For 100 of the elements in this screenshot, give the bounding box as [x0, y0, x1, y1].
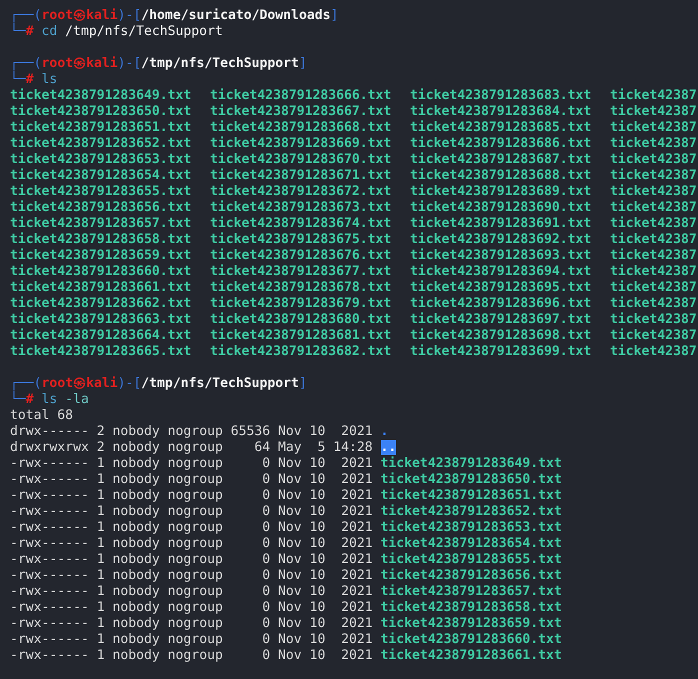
file-name: ticket4238791283651.txt	[380, 488, 562, 503]
file-name: ticket4238791283693.txt	[410, 248, 592, 264]
prompt-path: /tmp/nfs/TechSupport	[141, 376, 299, 391]
prompt-frame: ┌──(	[10, 376, 42, 391]
prompt-frame: └─	[10, 24, 26, 39]
file-name: ticket4238791283695.txt	[410, 280, 592, 296]
file-name: ticket4238791283652.txt	[380, 504, 562, 519]
file-name: ticket4238791283688.txt	[410, 168, 592, 184]
prompt-frame: ┌──(	[10, 56, 42, 71]
file-name: ticket4238791283687.txt	[410, 152, 592, 168]
listing-details: -rwx------ 1 nobody nogroup 0 Nov 10 2021	[10, 616, 373, 631]
file-name: ticket4238791283672.txt	[210, 184, 392, 200]
file-name: ticket4238791283667.txt	[210, 104, 392, 120]
listing-details: drwx------ 2 nobody nogroup 65536 Nov 10 2021	[10, 424, 373, 439]
file-name: ticket4238791283677.txt	[210, 264, 392, 280]
listing-details: -rwx------ 1 nobody nogroup 0 Nov 10 2021	[10, 536, 373, 551]
prompt-path: /home/suricato/Downloads	[141, 8, 330, 23]
listing-details: -rwx------ 1 nobody nogroup 0 Nov 10 2021	[10, 632, 373, 647]
file-name: ticket4238791283653.txt	[10, 152, 192, 168]
file-name: ticket4238791283653.txt	[380, 520, 562, 535]
prompt-frame: ┌──(	[10, 8, 42, 23]
prompt-user: root㉿kali	[42, 56, 118, 71]
file-name: ticket4238791283660.txt	[10, 264, 192, 280]
file-name: ticket42387	[610, 136, 697, 152]
file-name: ticket4238791283679.txt	[210, 296, 392, 312]
file-name: ticket4238791283694.txt	[410, 264, 592, 280]
listing-details: -rwx------ 1 nobody nogroup 0 Nov 10 2021	[10, 600, 373, 615]
file-name: ticket4238791283670.txt	[210, 152, 392, 168]
file-name: ticket4238791283697.txt	[410, 312, 592, 328]
file-name: ticket4238791283666.txt	[210, 88, 392, 104]
file-name: ticket42387	[610, 168, 697, 184]
listing-details: -rwx------ 1 nobody nogroup 0 Nov 10 2021	[10, 488, 373, 503]
file-name: ticket4238791283661.txt	[10, 280, 192, 296]
file-name: ticket4238791283655.txt	[10, 184, 192, 200]
file-name: ticket4238791283662.txt	[10, 296, 192, 312]
prompt-symbol: #	[26, 392, 34, 407]
file-name: ticket4238791283650.txt	[380, 472, 562, 487]
file-name: ticket4238791283660.txt	[380, 632, 562, 647]
file-name: ticket42387	[610, 248, 697, 264]
file-name: ticket4238791283656.txt	[10, 200, 192, 216]
file-name: ticket4238791283654.txt	[10, 168, 192, 184]
prompt-frame: ]	[298, 56, 307, 71]
command-args: /tmp/nfs/TechSupport	[65, 24, 223, 39]
file-name: ticket42387	[610, 232, 697, 248]
file-name: ticket4238791283689.txt	[410, 184, 592, 200]
file-name: ticket42387	[610, 216, 697, 232]
file-name: ticket4238791283673.txt	[210, 200, 392, 216]
prompt-frame: )-[	[118, 8, 142, 23]
prompt-symbol: #	[26, 24, 34, 39]
file-name: ticket42387	[610, 280, 697, 296]
listing-total: total 68	[10, 408, 74, 424]
prompt-frame: )-[	[118, 56, 142, 71]
file-name: ticket42387	[610, 152, 697, 168]
file-name: ticket4238791283664.txt	[10, 328, 192, 344]
file-name: ticket4238791283652.txt	[10, 136, 192, 152]
file-name: .	[380, 424, 388, 439]
prompt-frame: ]	[330, 8, 338, 23]
prompt-frame: )-[	[118, 376, 142, 391]
prompt-path: /tmp/nfs/TechSupport	[141, 56, 299, 71]
file-name: ticket4238791283649.txt	[380, 456, 562, 471]
file-name: ticket4238791283692.txt	[410, 232, 592, 248]
file-name: ticket4238791283698.txt	[410, 328, 592, 344]
file-name: ticket42387	[610, 120, 697, 136]
listing-details: -rwx------ 1 nobody nogroup 0 Nov 10 2021	[10, 648, 373, 663]
file-name: ticket4238791283656.txt	[380, 568, 562, 583]
listing-details: -rwx------ 1 nobody nogroup 0 Nov 10 2021	[10, 584, 373, 599]
file-name: ticket4238791283663.txt	[10, 312, 192, 328]
prompt-user: root㉿kali	[42, 376, 118, 391]
file-name: ticket4238791283665.txt	[10, 344, 192, 360]
file-name: ticket42387	[610, 328, 697, 344]
file-name: ticket4238791283668.txt	[210, 120, 392, 136]
file-name: ticket4238791283682.txt	[210, 344, 392, 360]
listing-details: -rwx------ 1 nobody nogroup 0 Nov 10 2021	[10, 520, 373, 535]
file-name: ..	[380, 440, 396, 455]
file-name: ticket4238791283649.txt	[10, 88, 192, 104]
file-name: ticket4238791283659.txt	[10, 248, 192, 264]
file-name: ticket42387	[610, 312, 697, 328]
file-name: ticket42387	[610, 88, 697, 104]
file-name: ticket4238791283654.txt	[380, 536, 562, 551]
file-name: ticket4238791283661.txt	[380, 648, 562, 663]
command-args: -la	[65, 392, 89, 407]
file-name: ticket4238791283691.txt	[410, 216, 592, 232]
file-name: ticket4238791283650.txt	[10, 104, 192, 120]
command: cd	[42, 24, 58, 39]
command: ls	[42, 72, 58, 87]
file-name: ticket42387	[610, 296, 697, 312]
file-name: ticket4238791283690.txt	[410, 200, 592, 216]
prompt-symbol: #	[26, 72, 34, 87]
listing-details: -rwx------ 1 nobody nogroup 0 Nov 10 2021	[10, 504, 373, 519]
file-name: ticket4238791283675.txt	[210, 232, 392, 248]
file-name: ticket4238791283676.txt	[210, 248, 392, 264]
file-name: ticket42387	[610, 184, 697, 200]
listing-details: -rwx------ 1 nobody nogroup 0 Nov 10 2021	[10, 568, 373, 583]
file-name: ticket4238791283681.txt	[210, 328, 392, 344]
prompt-frame: └─	[10, 392, 26, 407]
prompt-frame: └─	[10, 72, 26, 87]
file-name: ticket4238791283678.txt	[210, 280, 392, 296]
file-name: ticket4238791283657.txt	[380, 584, 562, 599]
prompt-user: root㉿kali	[42, 8, 118, 23]
file-name: ticket4238791283684.txt	[410, 104, 592, 120]
